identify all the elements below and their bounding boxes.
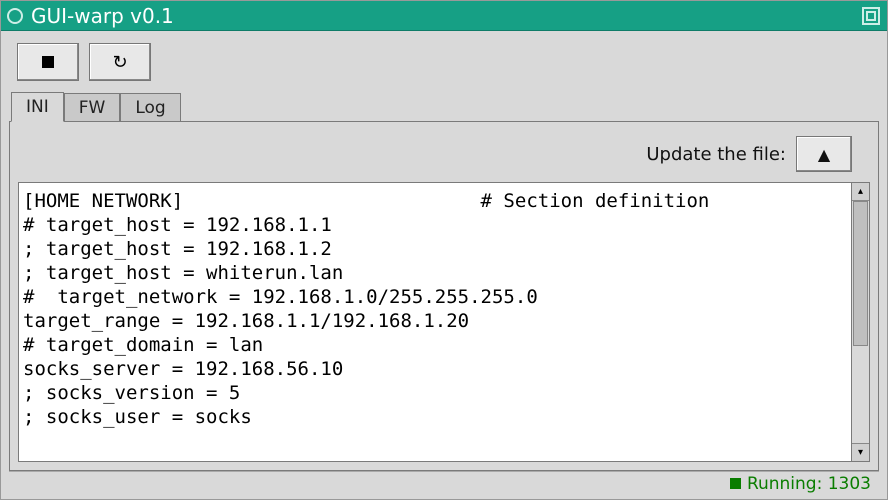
app-icon xyxy=(7,8,23,24)
window-control-icon[interactable] xyxy=(861,6,881,26)
app-window: GUI-warp v0.1 ↻ INI FW Log xyxy=(0,0,888,500)
tab-label: Log xyxy=(135,98,165,118)
tab-ini[interactable]: INI xyxy=(11,92,64,122)
update-label: Update the file: xyxy=(646,144,786,165)
scroll-thumb[interactable] xyxy=(853,201,868,346)
tab-log[interactable]: Log xyxy=(120,93,180,122)
tab-label: INI xyxy=(26,97,49,117)
tab-content-ini: Update the file: ▲ ▴ ▾ xyxy=(9,121,879,471)
upload-icon: ▲ xyxy=(818,145,830,164)
stop-icon xyxy=(42,56,54,68)
stop-button[interactable] xyxy=(17,43,79,81)
tab-fw[interactable]: FW xyxy=(64,93,121,122)
update-file-button[interactable]: ▲ xyxy=(796,136,852,172)
status-text: Running: 1303 xyxy=(747,474,871,494)
toolbar: ↻ xyxy=(9,43,879,91)
scroll-up-button[interactable]: ▴ xyxy=(852,183,869,201)
status-indicator-icon xyxy=(730,478,741,489)
reload-button[interactable]: ↻ xyxy=(89,43,151,81)
update-row: Update the file: ▲ xyxy=(18,132,870,182)
tab-label: FW xyxy=(79,98,106,118)
status-bar: Running: 1303 xyxy=(9,471,879,495)
window-title: GUI-warp v0.1 xyxy=(31,4,174,28)
scroll-down-button[interactable]: ▾ xyxy=(852,443,869,461)
client-area: ↻ INI FW Log Update the file: ▲ xyxy=(1,31,887,499)
scroll-track[interactable] xyxy=(852,201,869,443)
editor-wrap: ▴ ▾ xyxy=(18,182,870,462)
ini-editor[interactable] xyxy=(18,182,852,462)
title-bar[interactable]: GUI-warp v0.1 xyxy=(1,1,887,31)
tabs: INI FW Log xyxy=(9,91,879,121)
scrollbar[interactable]: ▴ ▾ xyxy=(852,182,870,462)
reload-icon: ↻ xyxy=(112,52,127,73)
